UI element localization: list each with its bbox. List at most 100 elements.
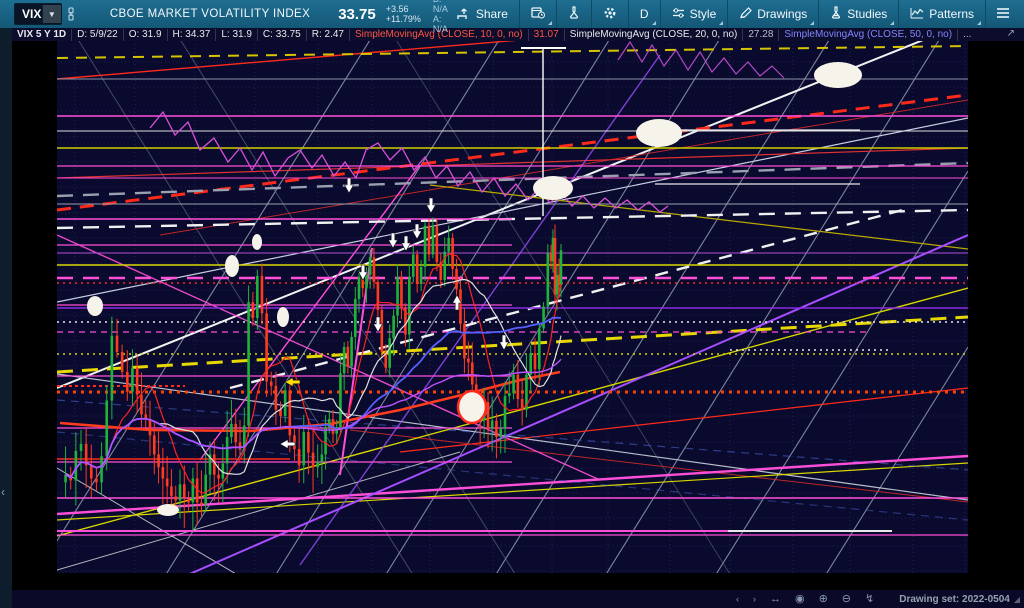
candle-body bbox=[120, 351, 124, 372]
timeframe-button[interactable]: D bbox=[631, 0, 658, 28]
symbol-dropdown-button[interactable]: ▼ bbox=[41, 5, 61, 23]
candle-body bbox=[435, 225, 439, 263]
last-price: 33.75 bbox=[338, 5, 376, 23]
highlight-ellipse bbox=[252, 234, 262, 250]
fit-width-icon[interactable]: ↔ bbox=[763, 590, 788, 608]
symbol-input[interactable]: VIX ▼ bbox=[14, 3, 62, 25]
candle-body bbox=[339, 373, 342, 428]
pan-left-icon[interactable]: ‹ bbox=[729, 590, 746, 608]
quick-chart-icon[interactable]: ↯ bbox=[858, 590, 881, 608]
candle-body bbox=[161, 467, 165, 479]
chart-canvas[interactable] bbox=[0, 0, 1024, 608]
resize-corner-icon[interactable]: ◢ bbox=[1014, 595, 1020, 604]
candle-body bbox=[212, 454, 216, 475]
candle-body bbox=[200, 502, 203, 505]
candle-body bbox=[463, 323, 466, 359]
candle-body bbox=[423, 225, 427, 267]
pan-right-icon[interactable]: › bbox=[746, 590, 763, 608]
candle-body bbox=[467, 358, 470, 363]
candle-body bbox=[157, 454, 160, 468]
drawing-set-label[interactable]: Drawing set: 2022-0504 bbox=[899, 594, 1010, 605]
zoom-in-icon[interactable]: ⊕ bbox=[812, 590, 835, 608]
ohlc-date: D: 5/9/22 bbox=[72, 28, 124, 41]
sma50-study-label[interactable]: SimpleMovingAvg (CLOSE, 50, 0, no) bbox=[779, 28, 959, 41]
candle-body bbox=[392, 315, 395, 339]
studies-label: Studies bbox=[847, 7, 888, 21]
candle-body bbox=[148, 419, 152, 436]
candle-body bbox=[559, 250, 563, 286]
patterns-button[interactable]: Patterns bbox=[901, 0, 983, 28]
candle-body bbox=[125, 371, 129, 392]
zigzag-chart-icon bbox=[910, 7, 924, 22]
sma20-value: 27.28 bbox=[743, 28, 780, 41]
candle-body bbox=[316, 461, 319, 468]
bottom-toolbar: ‹ › ↔ ◉ ⊕ ⊖ ↯ Drawing set: 2022-0504 ◢ bbox=[12, 590, 1024, 608]
zoom-out-icon[interactable]: ⊖ bbox=[835, 590, 858, 608]
candle-body bbox=[388, 338, 391, 368]
patterns-label: Patterns bbox=[929, 7, 974, 21]
highlight-ellipse bbox=[157, 504, 179, 516]
candle-body bbox=[79, 443, 83, 451]
highlight-ellipse bbox=[636, 119, 682, 147]
candle-body bbox=[499, 428, 503, 438]
auto-scale-icon[interactable]: ◉ bbox=[788, 590, 812, 608]
studies-button[interactable]: Studies bbox=[821, 0, 896, 28]
sma20-study-label[interactable]: SimpleMovingAvg (CLOSE, 20, 0, no) bbox=[565, 28, 744, 41]
hamburger-icon bbox=[997, 7, 1009, 21]
sidebar-expand-icon[interactable]: ‹ bbox=[1, 486, 5, 498]
candle-body bbox=[234, 423, 238, 443]
candle-body bbox=[350, 336, 353, 367]
style-button[interactable]: Style bbox=[663, 0, 726, 28]
candle-body bbox=[178, 484, 182, 501]
expand-icon[interactable]: ↗ bbox=[1002, 28, 1020, 40]
candle-body bbox=[152, 435, 156, 455]
bid-value: B: N/A bbox=[432, 0, 448, 14]
candle-body bbox=[269, 381, 273, 386]
link-icon[interactable] bbox=[66, 5, 76, 23]
candle-body bbox=[396, 276, 399, 316]
candle-body bbox=[174, 496, 178, 501]
candle-body bbox=[495, 420, 498, 438]
grid-menu-button[interactable] bbox=[988, 0, 1018, 28]
candle-body bbox=[110, 335, 114, 401]
candle-body bbox=[140, 394, 143, 415]
header-ellipsis: ... bbox=[963, 28, 972, 40]
candle-body bbox=[368, 257, 372, 275]
candle-body bbox=[459, 289, 462, 324]
candle-body bbox=[95, 478, 98, 483]
share-button[interactable]: Share bbox=[448, 0, 517, 28]
candle-body bbox=[507, 393, 511, 397]
highlight-ellipse bbox=[87, 296, 103, 316]
candle-body bbox=[427, 225, 431, 255]
candle-body bbox=[247, 302, 250, 426]
settings-button[interactable] bbox=[594, 0, 626, 28]
candle-body bbox=[431, 225, 435, 255]
candle-body bbox=[283, 390, 287, 416]
candle-body bbox=[204, 474, 208, 505]
chart-data-header: VIX 5 Y 1D D: 5/9/22 O: 31.9 H: 34.37 L:… bbox=[12, 28, 1024, 41]
candle-body bbox=[100, 456, 103, 483]
gear-icon bbox=[603, 6, 617, 23]
symbol-value[interactable]: VIX bbox=[15, 7, 42, 21]
candle-body bbox=[105, 400, 109, 457]
candle-body bbox=[217, 474, 220, 479]
candle-body bbox=[256, 275, 259, 318]
left-sidebar-collapsed[interactable]: ‹ bbox=[0, 28, 12, 608]
candle-body bbox=[297, 449, 301, 466]
calendar-clock-icon bbox=[531, 6, 545, 22]
candle-body bbox=[89, 465, 93, 479]
drawings-button[interactable]: Drawings bbox=[730, 0, 816, 28]
candle-body bbox=[311, 452, 315, 468]
candle-body bbox=[503, 396, 507, 429]
candle-body bbox=[302, 432, 306, 466]
ask-value: A: N/A bbox=[432, 14, 448, 34]
candle-body bbox=[342, 346, 346, 374]
ohlc-close: C: 33.75 bbox=[258, 28, 307, 41]
candle-body bbox=[165, 478, 169, 487]
ohlc-low: L: 31.9 bbox=[216, 28, 258, 41]
candle-body bbox=[376, 282, 380, 310]
analyze-button[interactable] bbox=[559, 0, 589, 28]
candle-body bbox=[274, 385, 278, 410]
onDemand-button[interactable] bbox=[522, 0, 554, 28]
candle-body bbox=[546, 253, 550, 307]
